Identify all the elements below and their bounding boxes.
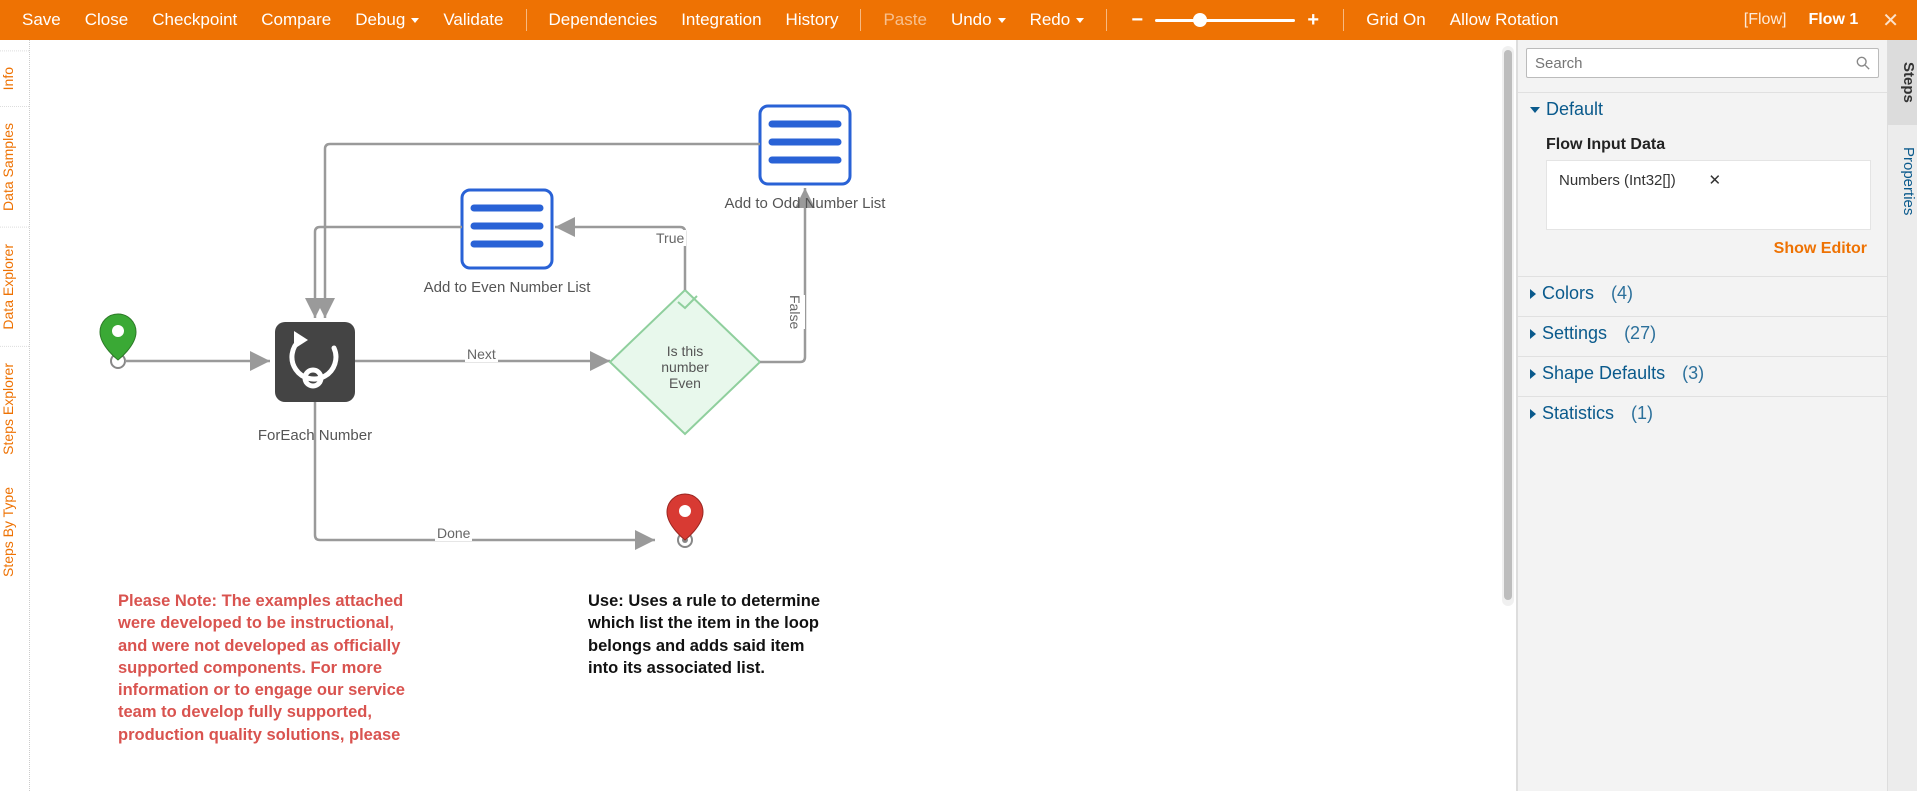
compare-button[interactable]: Compare [251, 6, 341, 34]
remove-input-button[interactable]: ✕ [1709, 171, 1859, 189]
flow-type-label: [Flow] [1744, 11, 1787, 29]
group-colors[interactable]: Colors (4) [1518, 276, 1887, 310]
odd-list-step[interactable] [760, 106, 850, 184]
even-list-label: Add to Even Number List [424, 279, 592, 296]
svg-text:Is this: Is this [667, 343, 704, 359]
right-tab-strip: Steps Properties [1887, 40, 1917, 791]
tab-info[interactable]: Info [0, 50, 29, 106]
edge-true-label: True [654, 230, 686, 246]
history-button[interactable]: History [776, 6, 849, 34]
foreach-step[interactable] [275, 322, 355, 402]
tab-steps-explorer[interactable]: Steps Explorer [0, 346, 29, 471]
checkpoint-button[interactable]: Checkpoint [142, 6, 247, 34]
edge-done-label: Done [435, 525, 472, 541]
group-default[interactable]: Default [1518, 92, 1887, 126]
flow-name: Flow 1 [1808, 11, 1858, 29]
tab-data-samples[interactable]: Data Samples [0, 106, 29, 227]
flow-canvas-container: ForEach Number Is this number Even [30, 40, 1517, 791]
zoom-in-button[interactable]: + [1305, 9, 1321, 32]
validate-button[interactable]: Validate [433, 6, 513, 34]
tab-steps[interactable]: Steps [1888, 40, 1917, 125]
zoom-out-button[interactable]: − [1129, 9, 1145, 32]
chevron-down-icon [998, 18, 1006, 23]
search-input[interactable] [1535, 55, 1856, 72]
show-editor-link[interactable]: Show Editor [1546, 230, 1871, 262]
flow-input-title: Flow Input Data [1546, 136, 1871, 154]
edge-false-label: False [785, 295, 805, 329]
flow-input-card: Numbers (Int32[]) ✕ [1546, 160, 1871, 230]
close-designer-button[interactable]: ✕ [1876, 8, 1905, 33]
svg-text:number: number [661, 359, 709, 375]
caret-right-icon [1530, 409, 1536, 419]
end-step[interactable] [667, 494, 703, 547]
caret-down-icon [1530, 107, 1540, 113]
redo-button[interactable]: Redo [1020, 6, 1095, 34]
close-button[interactable]: Close [75, 6, 138, 34]
zoom-slider[interactable] [1155, 19, 1295, 22]
decision-step[interactable]: Is this number Even [610, 290, 760, 434]
integration-button[interactable]: Integration [671, 6, 771, 34]
search-icon [1856, 56, 1870, 70]
undo-button[interactable]: Undo [941, 6, 1016, 34]
toolbar-separator [860, 9, 861, 31]
caret-right-icon [1530, 289, 1536, 299]
right-panel: Default Flow Input Data Numbers (Int32[]… [1517, 40, 1917, 791]
paste-button[interactable]: Paste [873, 6, 936, 34]
save-button[interactable]: Save [12, 6, 71, 34]
group-settings[interactable]: Settings (27) [1518, 316, 1887, 350]
tab-steps-by-type[interactable]: Steps By Type [0, 471, 29, 593]
note-red: Please Note: The examples attached were … [118, 590, 408, 746]
dependencies-button[interactable]: Dependencies [539, 6, 668, 34]
left-tab-strip: Info Data Samples Data Explorer Steps Ex… [0, 40, 30, 791]
even-list-step[interactable] [462, 190, 552, 268]
search-input-wrap [1526, 48, 1879, 78]
zoom-slider-thumb[interactable] [1193, 13, 1207, 27]
toolbar-separator [526, 9, 527, 31]
tab-data-explorer[interactable]: Data Explorer [0, 227, 29, 346]
group-shape-defaults[interactable]: Shape Defaults (3) [1518, 356, 1887, 390]
toolbar-separator [1343, 9, 1344, 31]
allow-rotation-button[interactable]: Allow Rotation [1440, 6, 1569, 34]
chevron-down-icon [411, 18, 419, 23]
flow-canvas[interactable]: ForEach Number Is this number Even [30, 40, 1516, 791]
odd-list-label: Add to Odd Number List [725, 195, 887, 212]
top-toolbar: Save Close Checkpoint Compare Debug Vali… [0, 0, 1917, 40]
note-black: Use: Uses a rule to determine which list… [588, 590, 828, 679]
zoom-control: − + [1129, 9, 1321, 32]
chevron-down-icon [1076, 18, 1084, 23]
group-statistics[interactable]: Statistics (1) [1518, 396, 1887, 430]
debug-button[interactable]: Debug [345, 6, 429, 34]
flow-input-item[interactable]: Numbers (Int32[]) ✕ [1559, 171, 1858, 189]
tab-properties[interactable]: Properties [1888, 125, 1917, 237]
caret-right-icon [1530, 369, 1536, 379]
caret-right-icon [1530, 329, 1536, 339]
svg-text:Even: Even [669, 375, 701, 391]
grid-on-button[interactable]: Grid On [1356, 6, 1436, 34]
toolbar-separator [1106, 9, 1107, 31]
edge-next-label: Next [465, 346, 498, 362]
